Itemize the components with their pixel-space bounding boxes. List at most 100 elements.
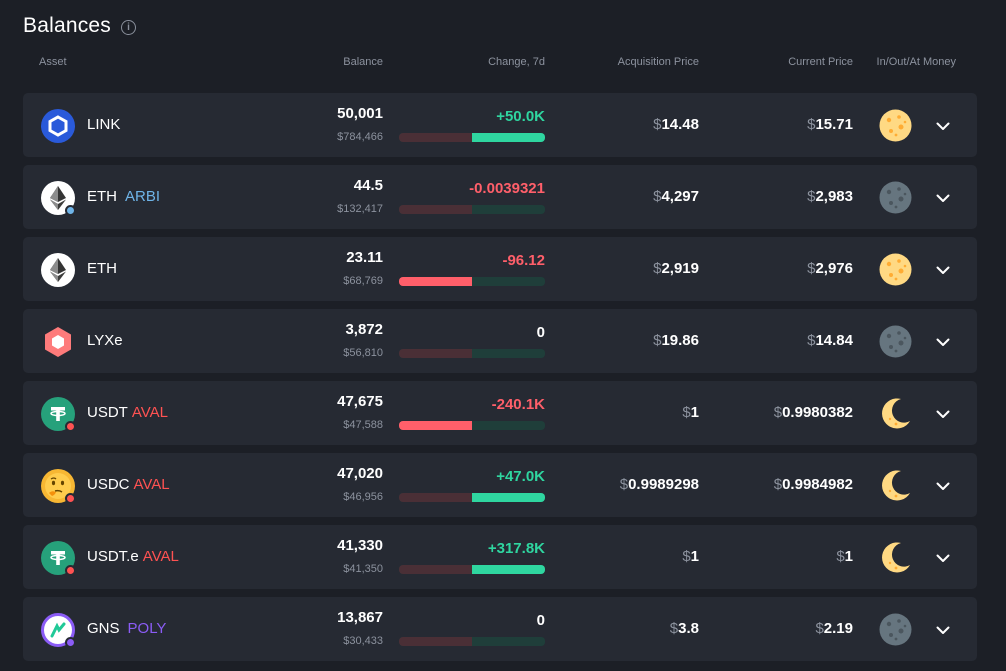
change-7d-value: +50.0K xyxy=(496,108,545,125)
chevron-down-icon[interactable] xyxy=(934,621,952,639)
change-bar-fill xyxy=(399,277,472,286)
chain-badge-icon xyxy=(65,565,76,576)
asset-symbol: LINK xyxy=(87,116,128,133)
chain-badge-icon xyxy=(65,205,76,216)
currency-symbol: $ xyxy=(815,620,824,637)
currency-symbol: $ xyxy=(773,404,783,421)
balances-table: LINK 50,001 $784,466 +50.0K $14.48 $15.7… xyxy=(23,93,977,669)
change-7d-bar xyxy=(399,421,545,430)
asset-symbol: USDT AVAL xyxy=(87,404,168,421)
change-bar-positive-track xyxy=(472,637,545,646)
chain-badge-icon xyxy=(65,493,76,504)
change-7d-bar xyxy=(399,565,545,574)
currency-symbol: $ xyxy=(682,548,691,565)
acquisition-price: $2,919 xyxy=(653,260,699,277)
table-row[interactable]: USDT AVAL 47,675 $47,588 -240.1K $1 $0.99… xyxy=(23,381,977,445)
current-price-value: 2,983 xyxy=(815,188,853,205)
chevron-down-icon[interactable] xyxy=(934,549,952,567)
acquisition-price: $14.48 xyxy=(653,116,699,133)
acquisition-price-value: 3.8 xyxy=(678,620,699,637)
current-price-value: 0.9980382 xyxy=(782,404,853,421)
acquisition-price: $1 xyxy=(682,548,699,565)
table-row[interactable]: USDC AVAL 47,020 $46,956 +47.0K $0.998929… xyxy=(23,453,977,517)
change-7d-value: -240.1K xyxy=(491,396,545,413)
acquisition-price: $1 xyxy=(682,404,699,421)
change-bar-negative-track xyxy=(399,133,472,142)
change-bar-fill xyxy=(472,565,545,574)
asset-chain-label: AVAL xyxy=(142,548,179,565)
change-bar-positive-track xyxy=(472,205,545,214)
chevron-down-icon[interactable] xyxy=(934,405,952,423)
header-current-price[interactable]: Current Price xyxy=(788,56,853,68)
chevron-down-icon[interactable] xyxy=(934,189,952,207)
table-row[interactable]: ETH 23.11 $68,769 -96.12 $2,919 $2,976 xyxy=(23,237,977,301)
current-price-value: 14.84 xyxy=(815,332,853,349)
header-asset[interactable]: Asset xyxy=(39,56,67,68)
header-balance[interactable]: Balance xyxy=(343,56,383,68)
change-7d-value: -96.12 xyxy=(502,252,545,269)
change-7d-bar xyxy=(399,133,545,142)
header-change[interactable]: Change, 7d xyxy=(488,56,545,68)
current-price: $0.9984982 xyxy=(774,476,853,493)
asset-icon xyxy=(41,109,75,143)
chevron-down-icon[interactable] xyxy=(934,333,952,351)
asset-symbol-label: ETH xyxy=(87,188,117,205)
change-7d-value: +317.8K xyxy=(487,540,545,557)
currency-symbol: $ xyxy=(773,476,783,493)
current-price-value: 2.19 xyxy=(823,620,853,637)
change-bar-negative-track xyxy=(399,637,472,646)
asset-icon xyxy=(41,613,76,648)
asset-symbol-label: USDT xyxy=(87,404,128,421)
asset-chain-label: AVAL xyxy=(133,476,170,493)
balance-amount: 47,675 xyxy=(337,393,383,410)
header-money-status[interactable]: In/Out/At Money xyxy=(877,56,956,68)
balance-amount: 47,020 xyxy=(337,465,383,482)
page-header: Balances i xyxy=(23,12,136,40)
table-row[interactable]: USDT.e AVAL 41,330 $41,350 +317.8K $1 $1 xyxy=(23,525,977,589)
current-price: $14.84 xyxy=(807,332,853,349)
table-row[interactable]: ETH ARBI 44.5 $132,417 -0.0039321 $4,297 … xyxy=(23,165,977,229)
change-7d-bar xyxy=(399,493,545,502)
current-price: $15.71 xyxy=(807,116,853,133)
acquisition-price-value: 14.48 xyxy=(661,116,699,133)
balance-usd: $46,956 xyxy=(343,491,383,503)
balance-usd: $56,810 xyxy=(343,347,383,359)
chevron-down-icon[interactable] xyxy=(934,261,952,279)
chevron-down-icon[interactable] xyxy=(934,477,952,495)
balance-amount: 23.11 xyxy=(346,249,383,266)
change-bar-positive-track xyxy=(472,277,545,286)
table-row[interactable]: LINK 50,001 $784,466 +50.0K $14.48 $15.7… xyxy=(23,93,977,157)
new-moon-icon xyxy=(879,613,912,646)
acquisition-price-value: 1 xyxy=(690,548,699,565)
asset-icon xyxy=(41,325,75,359)
acquisition-price: $19.86 xyxy=(653,332,699,349)
asset-symbol: LYXe xyxy=(87,332,131,349)
table-row[interactable]: GNS POLY 13,867 $30,433 0 $3.8 $2.19 xyxy=(23,597,977,661)
full-moon-icon xyxy=(879,109,912,142)
chevron-down-icon[interactable] xyxy=(934,117,952,135)
acquisition-price-value: 19.86 xyxy=(661,332,699,349)
asset-symbol: USDT.e AVAL xyxy=(87,548,179,565)
asset-symbol-label: ETH xyxy=(87,260,117,277)
page-title: Balances xyxy=(23,14,111,37)
balance-usd: $41,350 xyxy=(343,563,383,575)
crescent-moon-icon xyxy=(879,397,912,430)
current-price-value: 15.71 xyxy=(815,116,853,133)
info-icon[interactable]: i xyxy=(121,19,136,35)
header-acquisition-price[interactable]: Acquisition Price xyxy=(618,56,699,68)
new-moon-icon xyxy=(879,325,912,358)
full-moon-icon xyxy=(879,253,912,286)
asset-icon xyxy=(41,541,76,576)
change-7d-value: 0 xyxy=(536,324,545,341)
table-row[interactable]: LYXe 3,872 $56,810 0 $19.86 $14.84 xyxy=(23,309,977,373)
acquisition-price-value: 1 xyxy=(690,404,699,421)
table-header: Asset Balance Change, 7d Acquisition Pri… xyxy=(23,56,977,72)
change-7d-bar xyxy=(399,205,545,214)
asset-symbol: USDC AVAL xyxy=(87,476,170,493)
change-bar-positive-track xyxy=(472,349,545,358)
balance-usd: $30,433 xyxy=(343,635,383,647)
asset-symbol-label: LINK xyxy=(87,116,121,133)
asset-icon xyxy=(41,253,75,287)
current-price-value: 0.9984982 xyxy=(782,476,853,493)
asset-symbol-label: LYXe xyxy=(87,332,123,349)
